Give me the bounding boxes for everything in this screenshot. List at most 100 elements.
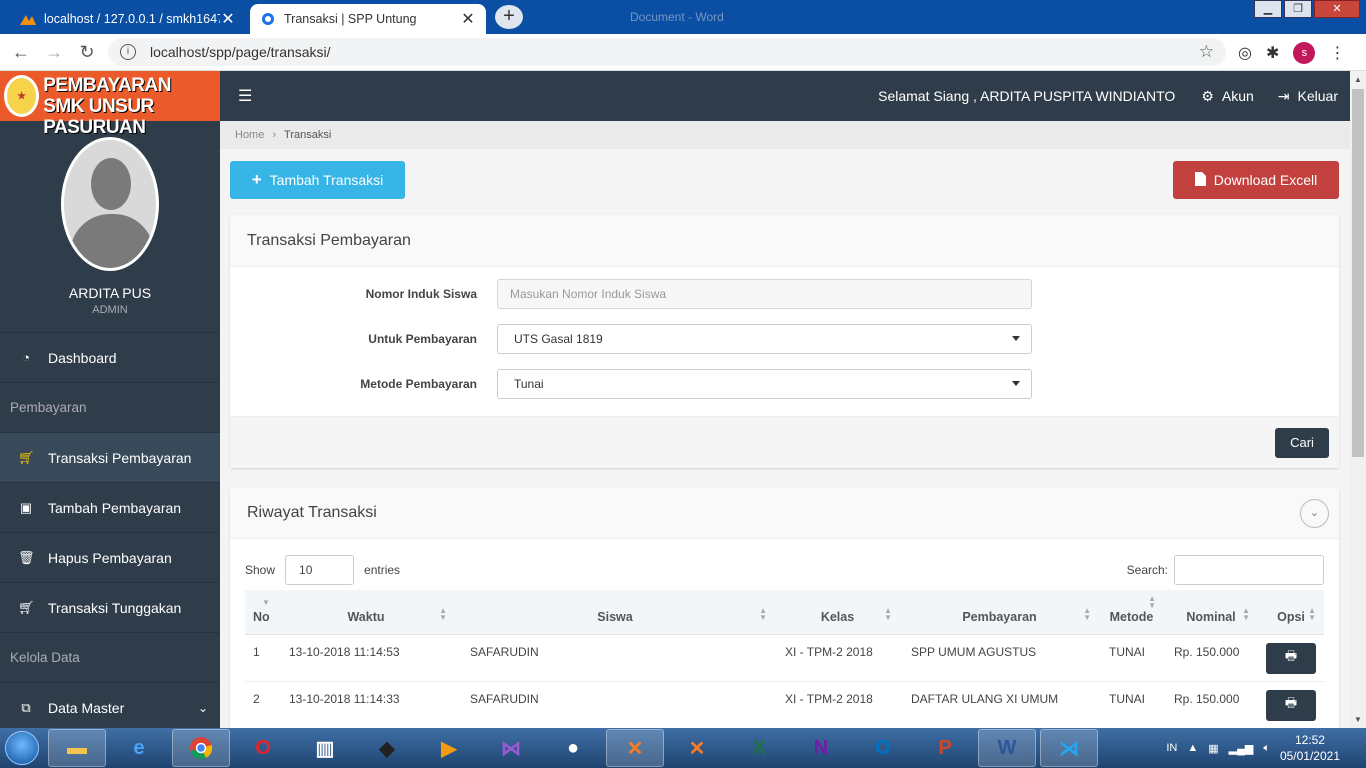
select-value: Tunai bbox=[514, 377, 544, 391]
breadcrumb: Home › Transaksi bbox=[220, 121, 1350, 149]
reload-icon[interactable]: ↻ bbox=[76, 42, 98, 63]
tab-title: Transaksi | SPP Untung bbox=[284, 12, 417, 26]
screen-recorder-icon[interactable]: ● bbox=[544, 729, 602, 767]
school-logo-icon: ★ bbox=[4, 75, 40, 117]
column-header[interactable]: Kelas ▲ ▼ bbox=[775, 590, 900, 635]
keluar-link[interactable]: ⇥ Keluar bbox=[1278, 88, 1338, 105]
new-tab-button[interactable]: + bbox=[495, 5, 523, 29]
menu-header-kelola-data: Kelola Data bbox=[0, 632, 220, 682]
entries-control: Show 10 entries bbox=[245, 555, 400, 585]
sidebar-item-hapus-pembayaran[interactable]: 🗑︎ Hapus Pembayaran bbox=[0, 532, 220, 582]
trash-icon: 🗑︎ bbox=[18, 549, 35, 565]
volume-icon[interactable]: 🔈︎ bbox=[1263, 742, 1270, 755]
scroll-down-icon[interactable]: ▼ bbox=[1354, 715, 1362, 724]
untuk-pembayaran-select[interactable]: UTS Gasal 1819 bbox=[497, 324, 1032, 354]
sidebar-item-transaksi-pembayaran[interactable]: 🛒︎ Transaksi Pembayaran bbox=[0, 432, 220, 482]
extensions: ◎ ✱ s ⋮ bbox=[1238, 42, 1345, 64]
button-label: Tambah Transaksi bbox=[269, 172, 384, 188]
breadcrumb-current: Transaksi bbox=[284, 129, 332, 141]
app-icon[interactable]: ▥ bbox=[296, 729, 354, 767]
maximize-button[interactable]: ❐ bbox=[1284, 0, 1312, 18]
internet-explorer-icon[interactable]: e bbox=[110, 729, 168, 767]
brand[interactable]: ★ SISTEM PEMBAYARAN SMK UNSUR PASURUAN bbox=[0, 71, 220, 138]
powerpoint-icon[interactable]: P bbox=[916, 729, 974, 767]
akun-link[interactable]: ⚙ Akun bbox=[1201, 88, 1253, 105]
media-player-icon[interactable]: ▶ bbox=[420, 729, 478, 767]
menu-dots-icon[interactable]: ⋮ bbox=[1329, 43, 1345, 63]
main-content: + Tambah Transaksi Download Excell Trans… bbox=[220, 149, 1350, 728]
close-icon[interactable]: ✕ bbox=[220, 9, 236, 29]
xampp-icon[interactable]: ✕ bbox=[606, 729, 664, 767]
search-input[interactable] bbox=[1174, 555, 1324, 585]
close-icon[interactable]: ✕ bbox=[460, 9, 476, 29]
back-icon[interactable]: ← bbox=[10, 42, 32, 63]
chrome-icon[interactable] bbox=[172, 729, 230, 767]
sidebar-item-tambah-pembayaran[interactable]: ▣ Tambah Pembayaran bbox=[0, 482, 220, 532]
info-icon[interactable]: i bbox=[120, 44, 136, 60]
scrollbar-thumb[interactable] bbox=[1352, 89, 1364, 457]
language-indicator[interactable]: IN bbox=[1166, 742, 1177, 754]
download-excel-button[interactable]: Download Excell bbox=[1173, 161, 1339, 199]
address-bar: ← → ↻ i localhost/spp/page/transaksi/ ☆ … bbox=[0, 34, 1366, 71]
collapse-button[interactable]: ⌄ bbox=[1300, 499, 1329, 528]
window-close-button[interactable]: ✕ bbox=[1314, 0, 1360, 18]
nis-input[interactable]: Masukan Nomor Induk Siswa bbox=[497, 279, 1032, 309]
column-header[interactable]: Metode ▲ ▼ bbox=[1099, 590, 1164, 635]
page-scrollbar[interactable]: ▲ ▼ bbox=[1350, 71, 1366, 728]
network-icon[interactable]: ▦ bbox=[1208, 742, 1218, 755]
browser-tab-transaksi[interactable]: Transaksi | SPP Untung ✕ bbox=[250, 4, 486, 34]
opera-icon[interactable]: O bbox=[234, 729, 292, 767]
tab-title: localhost / 127.0.0.1 / smkh1647_ bbox=[44, 12, 220, 26]
box-title: Transaksi Pembayaran bbox=[230, 215, 1339, 267]
search-label: Search: bbox=[1126, 563, 1168, 577]
cart-icon: 🛒︎ bbox=[18, 599, 35, 615]
scroll-up-icon[interactable]: ▲ bbox=[1354, 75, 1362, 84]
browser-tab-phpmyadmin[interactable]: localhost / 127.0.0.1 / smkh1647_ ✕ bbox=[10, 4, 246, 34]
inkscape-icon[interactable]: ◆ bbox=[358, 729, 416, 767]
url-field[interactable]: i localhost/spp/page/transaksi/ ☆ bbox=[108, 38, 1226, 66]
star-icon[interactable]: ☆ bbox=[1199, 42, 1214, 62]
visual-studio-icon[interactable]: ⋈ bbox=[482, 729, 540, 767]
hamburger-icon[interactable]: ☰ bbox=[238, 86, 252, 106]
breadcrumb-home[interactable]: Home bbox=[235, 129, 264, 141]
user-panel: ARDITA PUS ADMIN bbox=[0, 121, 220, 332]
start-button[interactable] bbox=[0, 728, 44, 768]
sidebar-item-transaksi-tunggakan[interactable]: 🛒︎ Transaksi Tunggakan bbox=[0, 582, 220, 632]
riwayat-table: No ▼ Waktu ▲ ▼ Siswa ▲ ▼ Kelas ▲ ▼ Pembayaran ▲ ▼… bbox=[245, 590, 1324, 728]
profile-avatar[interactable]: s bbox=[1293, 42, 1316, 64]
word-icon[interactable]: W bbox=[978, 729, 1036, 767]
outlook-icon[interactable]: O bbox=[854, 729, 912, 767]
phpmyadmin-icon bbox=[20, 11, 36, 27]
sidebar-item-dashboard[interactable]: ◔ Dashboard bbox=[0, 332, 220, 382]
vscode-icon[interactable]: ⋊ bbox=[1040, 729, 1098, 767]
column-header[interactable]: No ▼ bbox=[245, 590, 277, 635]
excel-icon[interactable]: X bbox=[730, 729, 788, 767]
cell-metode: TUNAI bbox=[1099, 681, 1164, 728]
signal-icon[interactable]: ▂▄▆ bbox=[1229, 742, 1254, 755]
puzzle-icon[interactable]: ✱ bbox=[1266, 43, 1279, 63]
column-header[interactable]: Nominal ▲ ▼ bbox=[1164, 590, 1258, 635]
column-header[interactable]: Pembayaran ▲ ▼ bbox=[900, 590, 1099, 635]
clock[interactable]: 12:52 05/01/2021 bbox=[1280, 732, 1340, 764]
onenote-icon[interactable]: N bbox=[792, 729, 850, 767]
tambah-transaksi-button[interactable]: + Tambah Transaksi bbox=[230, 161, 405, 199]
chevron-up-icon[interactable]: ▲ bbox=[1187, 742, 1198, 754]
sign-out-icon: ⇥ bbox=[1277, 87, 1290, 104]
extension-icon[interactable]: ◎ bbox=[1238, 43, 1252, 63]
file-explorer-icon[interactable]: ▬ bbox=[48, 729, 106, 767]
sidebar-item-data-master[interactable]: ⧉ Data Master ⌄ bbox=[0, 682, 220, 728]
column-header[interactable]: Siswa ▲ ▼ bbox=[455, 590, 775, 635]
metode-pembayaran-select[interactable]: Tunai bbox=[497, 369, 1032, 399]
print-button[interactable]: 🖶︎ bbox=[1266, 642, 1316, 674]
cari-button[interactable]: Cari bbox=[1275, 428, 1329, 458]
transaksi-form-box: Transaksi Pembayaran Nomor Induk Siswa M… bbox=[230, 215, 1339, 468]
column-header[interactable]: Opsi ▲ ▼ bbox=[1258, 590, 1324, 635]
column-header[interactable]: Waktu ▲ ▼ bbox=[277, 590, 455, 635]
cell-metode: TUNAI bbox=[1099, 634, 1164, 682]
entries-select[interactable]: 10 bbox=[285, 555, 355, 585]
forward-icon[interactable]: → bbox=[43, 42, 65, 63]
brand-text: SISTEM PEMBAYARAN SMK UNSUR PASURUAN bbox=[43, 71, 220, 138]
print-button[interactable]: 🖶︎ bbox=[1266, 689, 1316, 721]
xampp-icon[interactable]: ✕ bbox=[668, 729, 726, 767]
minimize-button[interactable]: ▁ bbox=[1254, 0, 1282, 18]
